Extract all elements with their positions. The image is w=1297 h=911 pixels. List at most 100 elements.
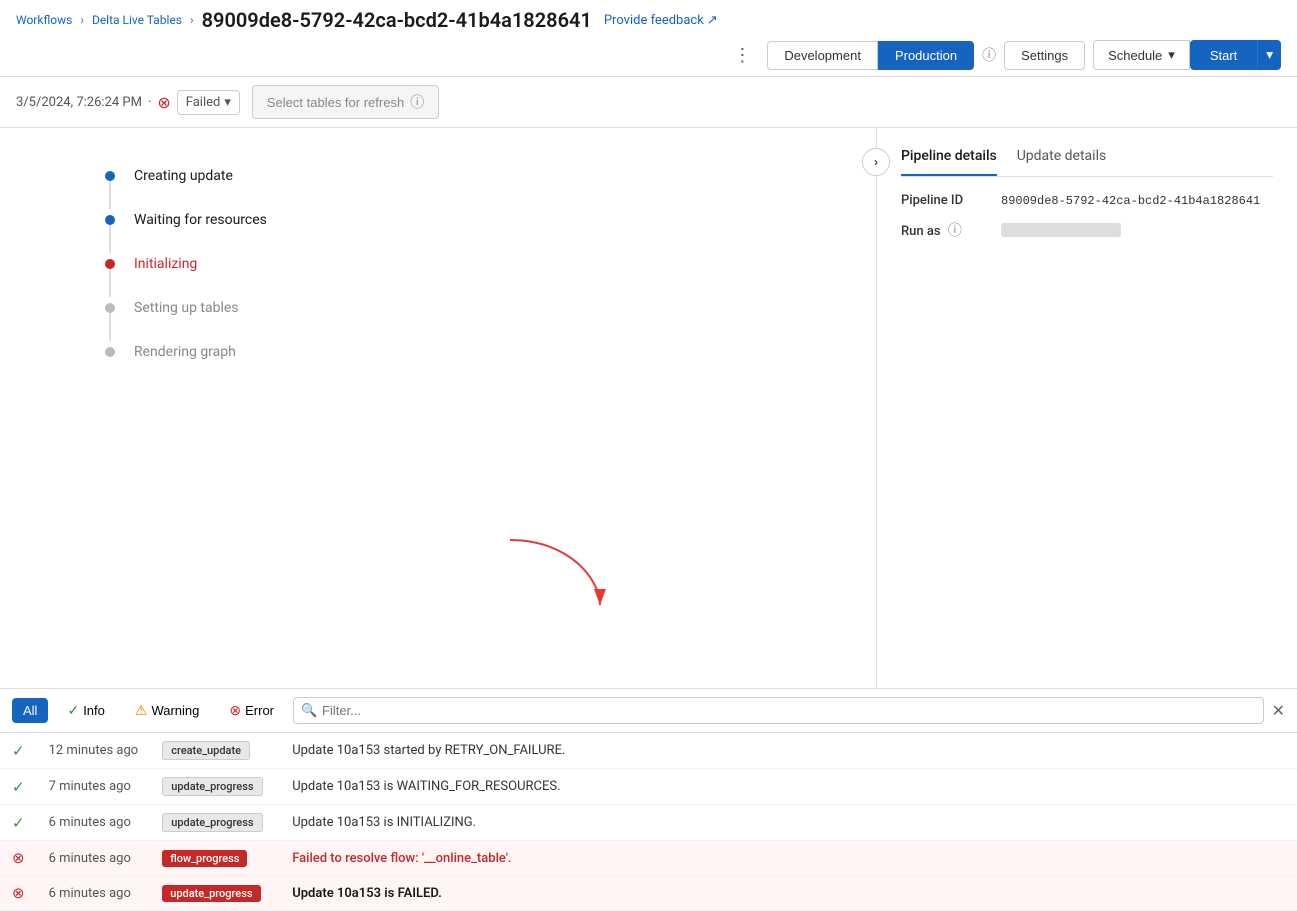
ok-icon: ✓	[12, 778, 25, 796]
log-type-badge: update_progress	[162, 813, 262, 832]
run-status: 3/5/2024, 7:26:24 PM · ⊗ Failed ▾	[16, 90, 240, 115]
select-tables-info-icon: ⓘ	[410, 92, 424, 112]
log-row: ✓ 12 minutes ago create_update Update 10a15…	[0, 733, 1297, 769]
start-button[interactable]: Start	[1190, 40, 1257, 70]
filter-info-button[interactable]: ✓ Info	[56, 697, 115, 724]
step-creating-update: Creating update	[100, 168, 836, 212]
separator: ·	[148, 95, 151, 110]
step-line-2	[109, 225, 111, 253]
filter-input[interactable]	[293, 697, 1264, 724]
step-dot-1	[105, 171, 115, 181]
pipeline-view: › Creating update Waiting for resources	[0, 128, 877, 688]
log-time: 6 minutes ago	[37, 841, 151, 876]
log-row: ✓ 7 minutes ago update_progress Update 10a1…	[0, 769, 1297, 805]
log-row: ⊗6 minutes agoupdate_progressUpdate 10a1…	[0, 876, 1297, 911]
breadcrumb-delta[interactable]: Delta Live Tables	[92, 13, 182, 27]
ok-icon: ✓	[12, 814, 25, 832]
pipeline-id-value: 89009de8-5792-42ca-bcd2-41b4a1828641	[1001, 194, 1260, 208]
failed-icon: ⊗	[157, 93, 170, 112]
details-panel: Pipeline details Update details Pipeline…	[877, 128, 1297, 688]
tab-update-details[interactable]: Update details	[1017, 148, 1106, 176]
warning-filter-icon: ⚠	[135, 702, 148, 719]
log-time: 6 minutes ago	[37, 876, 151, 911]
breadcrumb-sep1: ›	[80, 13, 84, 27]
log-type-badge: flow_progress	[162, 850, 247, 867]
run-as-value	[1001, 223, 1121, 237]
ok-icon: ✓	[12, 742, 25, 760]
step-label-1: Creating update	[134, 168, 233, 212]
schedule-button[interactable]: Schedule ▾	[1093, 40, 1190, 70]
step-waiting: Waiting for resources	[100, 212, 836, 256]
step-label-4: Setting up tables	[134, 300, 239, 344]
select-tables-button[interactable]: Select tables for refresh ⓘ	[252, 85, 439, 119]
log-row: ✓ 6 minutes ago update_progress Update 10a1…	[0, 805, 1297, 841]
close-log-button[interactable]: ✕	[1272, 701, 1285, 721]
collapse-panel-button[interactable]: ›	[862, 148, 890, 176]
page-title: 89009de8-5792-42ca-bcd2-41b4a1828641	[202, 8, 592, 32]
step-dot-2	[105, 215, 115, 225]
breadcrumb-sep2: ›	[190, 13, 194, 27]
step-line-4	[109, 313, 111, 341]
top-header: Workflows › Delta Live Tables › 89009de8…	[0, 0, 1297, 77]
development-mode-button[interactable]: Development	[767, 41, 878, 70]
step-dot-4	[105, 303, 115, 313]
run-as-info-icon: ⓘ	[948, 223, 962, 239]
status-dropdown[interactable]: Failed ▾	[177, 90, 240, 115]
step-label-3: Initializing	[134, 256, 197, 300]
log-table: ✓ 12 minutes ago create_update Update 10a15…	[0, 733, 1297, 911]
step-line-3	[109, 269, 111, 297]
error-filter-icon: ⊗	[229, 702, 241, 719]
chevron-down-icon-status: ▾	[224, 95, 231, 110]
step-dot-3	[105, 259, 115, 269]
filter-input-wrap: 🔍	[293, 697, 1264, 724]
log-message: Update 10a153 is WAITING_FOR_RESOURCES.	[280, 769, 1297, 805]
filter-warning-button[interactable]: ⚠ Warning	[124, 697, 211, 724]
log-row: ⊗ 6 minutes ago flow_progress Failed to res…	[0, 841, 1297, 876]
step-label-5: Rendering graph	[134, 344, 236, 388]
more-options-button[interactable]: ⋮	[725, 41, 759, 70]
schedule-start-group: Schedule ▾ Start ▾	[1093, 40, 1281, 70]
title-row: 89009de8-5792-42ca-bcd2-41b4a1828641 Pro…	[202, 8, 718, 32]
mode-info-icon[interactable]: ⓘ	[982, 45, 996, 65]
log-type-badge: update_progress	[162, 777, 262, 796]
log-time: 7 minutes ago	[37, 769, 151, 805]
details-tabs: Pipeline details Update details	[901, 148, 1273, 177]
log-message: Failed to resolve flow: '__online_table'…	[280, 841, 1297, 876]
step-initializing: Initializing	[100, 256, 836, 300]
toolbar: 3/5/2024, 7:26:24 PM · ⊗ Failed ▾ Select…	[0, 77, 1297, 128]
tab-pipeline-details[interactable]: Pipeline details	[901, 148, 997, 176]
production-mode-button[interactable]: Production	[878, 41, 974, 70]
filter-all-button[interactable]: All	[12, 698, 48, 723]
log-time: 6 minutes ago	[37, 805, 151, 841]
step-setting-up: Setting up tables	[100, 300, 836, 344]
run-as-label: Run as ⓘ	[901, 220, 1001, 240]
mode-buttons: Development Production	[767, 41, 974, 70]
external-link-icon: ↗	[707, 13, 718, 28]
log-message: Update 10a153 is FAILED.	[280, 876, 1297, 911]
steps-container: Creating update Waiting for resources In…	[100, 168, 836, 388]
step-rendering: Rendering graph	[100, 344, 836, 388]
step-label-2: Waiting for resources	[134, 212, 267, 256]
search-icon: 🔍	[301, 703, 317, 718]
log-message: Update 10a153 started by RETRY_ON_FAILUR…	[280, 733, 1297, 769]
breadcrumb-workflows[interactable]: Workflows	[16, 13, 72, 27]
datetime-label: 3/5/2024, 7:26:24 PM	[16, 95, 142, 110]
run-as-row: Run as ⓘ	[901, 220, 1273, 240]
pipeline-id-label: Pipeline ID	[901, 193, 1001, 208]
header-right: ⋮ Development Production ⓘ Settings Sche…	[725, 40, 1281, 70]
filter-error-button[interactable]: ⊗ Error	[218, 697, 285, 724]
feedback-link[interactable]: Provide feedback ↗	[604, 13, 718, 28]
info-filter-icon: ✓	[67, 702, 79, 719]
log-message: Update 10a153 is INITIALIZING.	[280, 805, 1297, 841]
main-content: › Creating update Waiting for resources	[0, 128, 1297, 688]
log-type-badge: create_update	[162, 741, 250, 760]
log-type-badge: update_progress	[162, 885, 260, 902]
settings-button[interactable]: Settings	[1004, 41, 1085, 70]
step-line-1	[109, 181, 111, 209]
pipeline-id-row: Pipeline ID 89009de8-5792-42ca-bcd2-41b4…	[901, 193, 1273, 208]
start-dropdown-button[interactable]: ▾	[1257, 40, 1281, 70]
step-dot-5	[105, 347, 115, 357]
error-icon: ⊗	[12, 849, 25, 867]
chevron-down-icon: ▾	[1168, 47, 1175, 63]
log-time: 12 minutes ago	[37, 733, 151, 769]
